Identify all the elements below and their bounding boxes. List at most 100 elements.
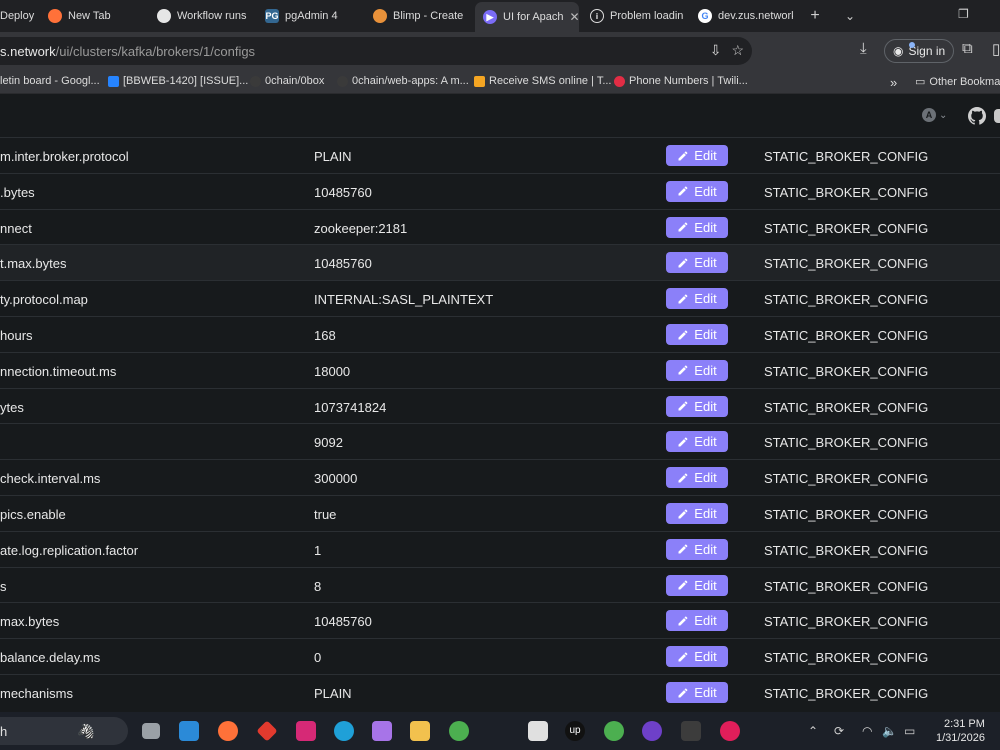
bookmark-item[interactable]: letin board - Googl... (0, 75, 100, 87)
config-key: balance.delay.ms (0, 650, 101, 666)
battery-icon[interactable]: ▭ (904, 724, 915, 738)
file-explorer-icon[interactable] (410, 721, 430, 741)
tab-label: pgAdmin 4 (285, 10, 338, 22)
tab-kafka-ui[interactable]: ▶ UI for Apach ✕ (475, 2, 579, 32)
edit-button[interactable]: Edit (666, 431, 728, 453)
task-view-icon[interactable] (142, 723, 160, 739)
taskbar-search[interactable]: h 🦓 (0, 717, 128, 745)
sync-icon[interactable]: ⟳ (834, 724, 844, 738)
edit-button[interactable]: Edit (666, 252, 728, 274)
edit-button[interactable]: Edit (666, 610, 728, 632)
new-tab-button[interactable]: + (805, 6, 825, 26)
tab-new-tab[interactable]: New Tab (48, 0, 148, 32)
bookmark-item[interactable]: 0chain/web-apps: A m... (337, 75, 469, 87)
tab-problem-loading[interactable]: i Problem loadin (590, 0, 690, 32)
edit-button[interactable]: Edit (666, 359, 728, 381)
config-row: ty.protocol.map INTERNAL:SASL_PLAINTEXT Ed… (0, 281, 1000, 317)
side-panel-icon[interactable]: ▯ (992, 40, 1000, 58)
pencil-icon (678, 580, 688, 590)
edit-label: Edit (694, 470, 717, 486)
config-key: check.interval.ms (0, 471, 101, 487)
edit-button[interactable]: Edit (666, 574, 728, 596)
github-desktop-icon[interactable] (642, 721, 662, 741)
config-key: mechanisms (0, 686, 73, 701)
config-key: t.max.bytes (0, 256, 67, 272)
bookmark-item[interactable]: Receive SMS online | T... (474, 75, 612, 87)
address-bar[interactable]: s.network /ui/clusters/kafka/brokers/1/c… (0, 37, 752, 65)
sign-in-button[interactable]: ◉ Sign in (884, 39, 955, 63)
os-taskbar: h 🦓 up ⌃ ⟳ ◠ 🔈 ▭ 2:31 PM 1/31/2026 (0, 712, 1000, 750)
edit-button[interactable]: Edit (666, 467, 728, 489)
bookmark-item[interactable]: Phone Numbers | Twili... (614, 75, 748, 87)
copilot-icon[interactable] (372, 721, 392, 741)
github-icon[interactable] (968, 107, 986, 125)
edit-button[interactable]: Edit (666, 288, 728, 310)
config-row: balance.delay.ms 0 Edit STATIC_BROKER_CONFI… (0, 639, 1000, 675)
profile-icon: ◉ (893, 44, 904, 58)
notes-icon[interactable] (528, 721, 548, 741)
bookmark-item[interactable]: [BBWEB-1420] [ISSUE]... (108, 75, 248, 87)
tab-list-chevron-icon[interactable]: ⌄ (840, 6, 860, 26)
vscode-icon[interactable] (179, 721, 199, 741)
upwork-icon[interactable]: up (565, 721, 585, 741)
config-source: STATIC_BROKER_CONFIG (764, 184, 929, 200)
edit-button[interactable]: Edit (666, 682, 728, 703)
pencil-icon (678, 186, 688, 196)
slack-icon[interactable] (720, 721, 740, 741)
edit-button[interactable]: Edit (666, 324, 728, 345)
volume-icon[interactable]: 🔈 (882, 724, 897, 738)
edit-button[interactable]: Edit (666, 216, 728, 238)
pgadmin-icon: PG (265, 9, 279, 23)
config-key: max.bytes (0, 614, 60, 630)
wifi-icon[interactable]: ◠ (862, 724, 872, 738)
config-key: s (0, 578, 7, 594)
config-value: 1 (314, 542, 322, 558)
tab-blimp[interactable]: Blimp - Create (373, 0, 471, 32)
instagram-icon[interactable] (296, 721, 316, 741)
config-value: 9092 (314, 435, 343, 451)
config-row: max.bytes 10485760 Edit STATIC_BROKER_CONFI… (0, 603, 1000, 640)
config-row: .bytes 10485760 Edit STATIC_BROKER_CONFIG (0, 174, 1000, 210)
bookmark-item[interactable]: 0chain/0box (250, 75, 324, 87)
config-value: 10485760 (314, 256, 372, 272)
other-bookmarks[interactable]: ▭ Other Bookma (915, 75, 1000, 89)
edit-button[interactable]: Edit (666, 395, 728, 417)
tab-dev-zus[interactable]: G dev.zus.network (698, 0, 793, 32)
firefox-icon[interactable] (218, 721, 238, 741)
git-icon[interactable] (256, 720, 278, 742)
tab-deploy[interactable]: Deploy (0, 0, 36, 32)
pencil-icon (678, 616, 688, 626)
chrome-icon[interactable] (604, 721, 624, 741)
edit-button[interactable]: Edit (666, 646, 728, 668)
edit-label: Edit (694, 327, 717, 342)
config-source: STATIC_BROKER_CONFIG (764, 686, 929, 701)
config-key: hours (0, 328, 33, 343)
theme-selector[interactable]: A ⌄ (922, 108, 947, 122)
discord-icon[interactable] (994, 109, 1000, 123)
edit-button[interactable]: Edit (666, 503, 728, 524)
config-row: nnect zookeeper:2181 Edit STATIC_BROKER_CON… (0, 210, 1000, 246)
extensions-icon[interactable]: ⧉ (962, 40, 973, 57)
config-source: STATIC_BROKER_CONFIG (764, 149, 929, 164)
edit-button[interactable]: Edit (666, 145, 728, 166)
edge-icon[interactable] (334, 721, 354, 741)
install-app-icon[interactable]: ⇩ (710, 42, 722, 59)
restore-window-icon[interactable]: ❐ (958, 7, 969, 21)
config-key: nnection.timeout.ms (0, 363, 117, 379)
chrome-icon[interactable] (449, 721, 469, 741)
system-clock[interactable]: 2:31 PM 1/31/2026 (936, 717, 985, 745)
tab-pgadmin[interactable]: PG pgAdmin 4 (265, 0, 365, 32)
edit-label: Edit (694, 506, 717, 521)
pencil-icon (678, 437, 688, 447)
chevron-up-icon[interactable]: ⌃ (808, 724, 818, 738)
info-icon: i (590, 9, 604, 23)
bookmark-star-icon[interactable]: ☆ (731, 42, 744, 59)
bookmarks-overflow-icon[interactable]: » (890, 75, 897, 90)
tab-workflow-runs[interactable]: Workflow runs (157, 0, 257, 32)
cube-icon[interactable] (681, 721, 701, 741)
edit-button[interactable]: Edit (666, 538, 728, 560)
edit-button[interactable]: Edit (666, 180, 728, 202)
downloads-icon[interactable]: ⤓ (860, 40, 867, 57)
config-value: 0 (314, 650, 322, 666)
close-icon[interactable]: ✕ (570, 10, 579, 24)
